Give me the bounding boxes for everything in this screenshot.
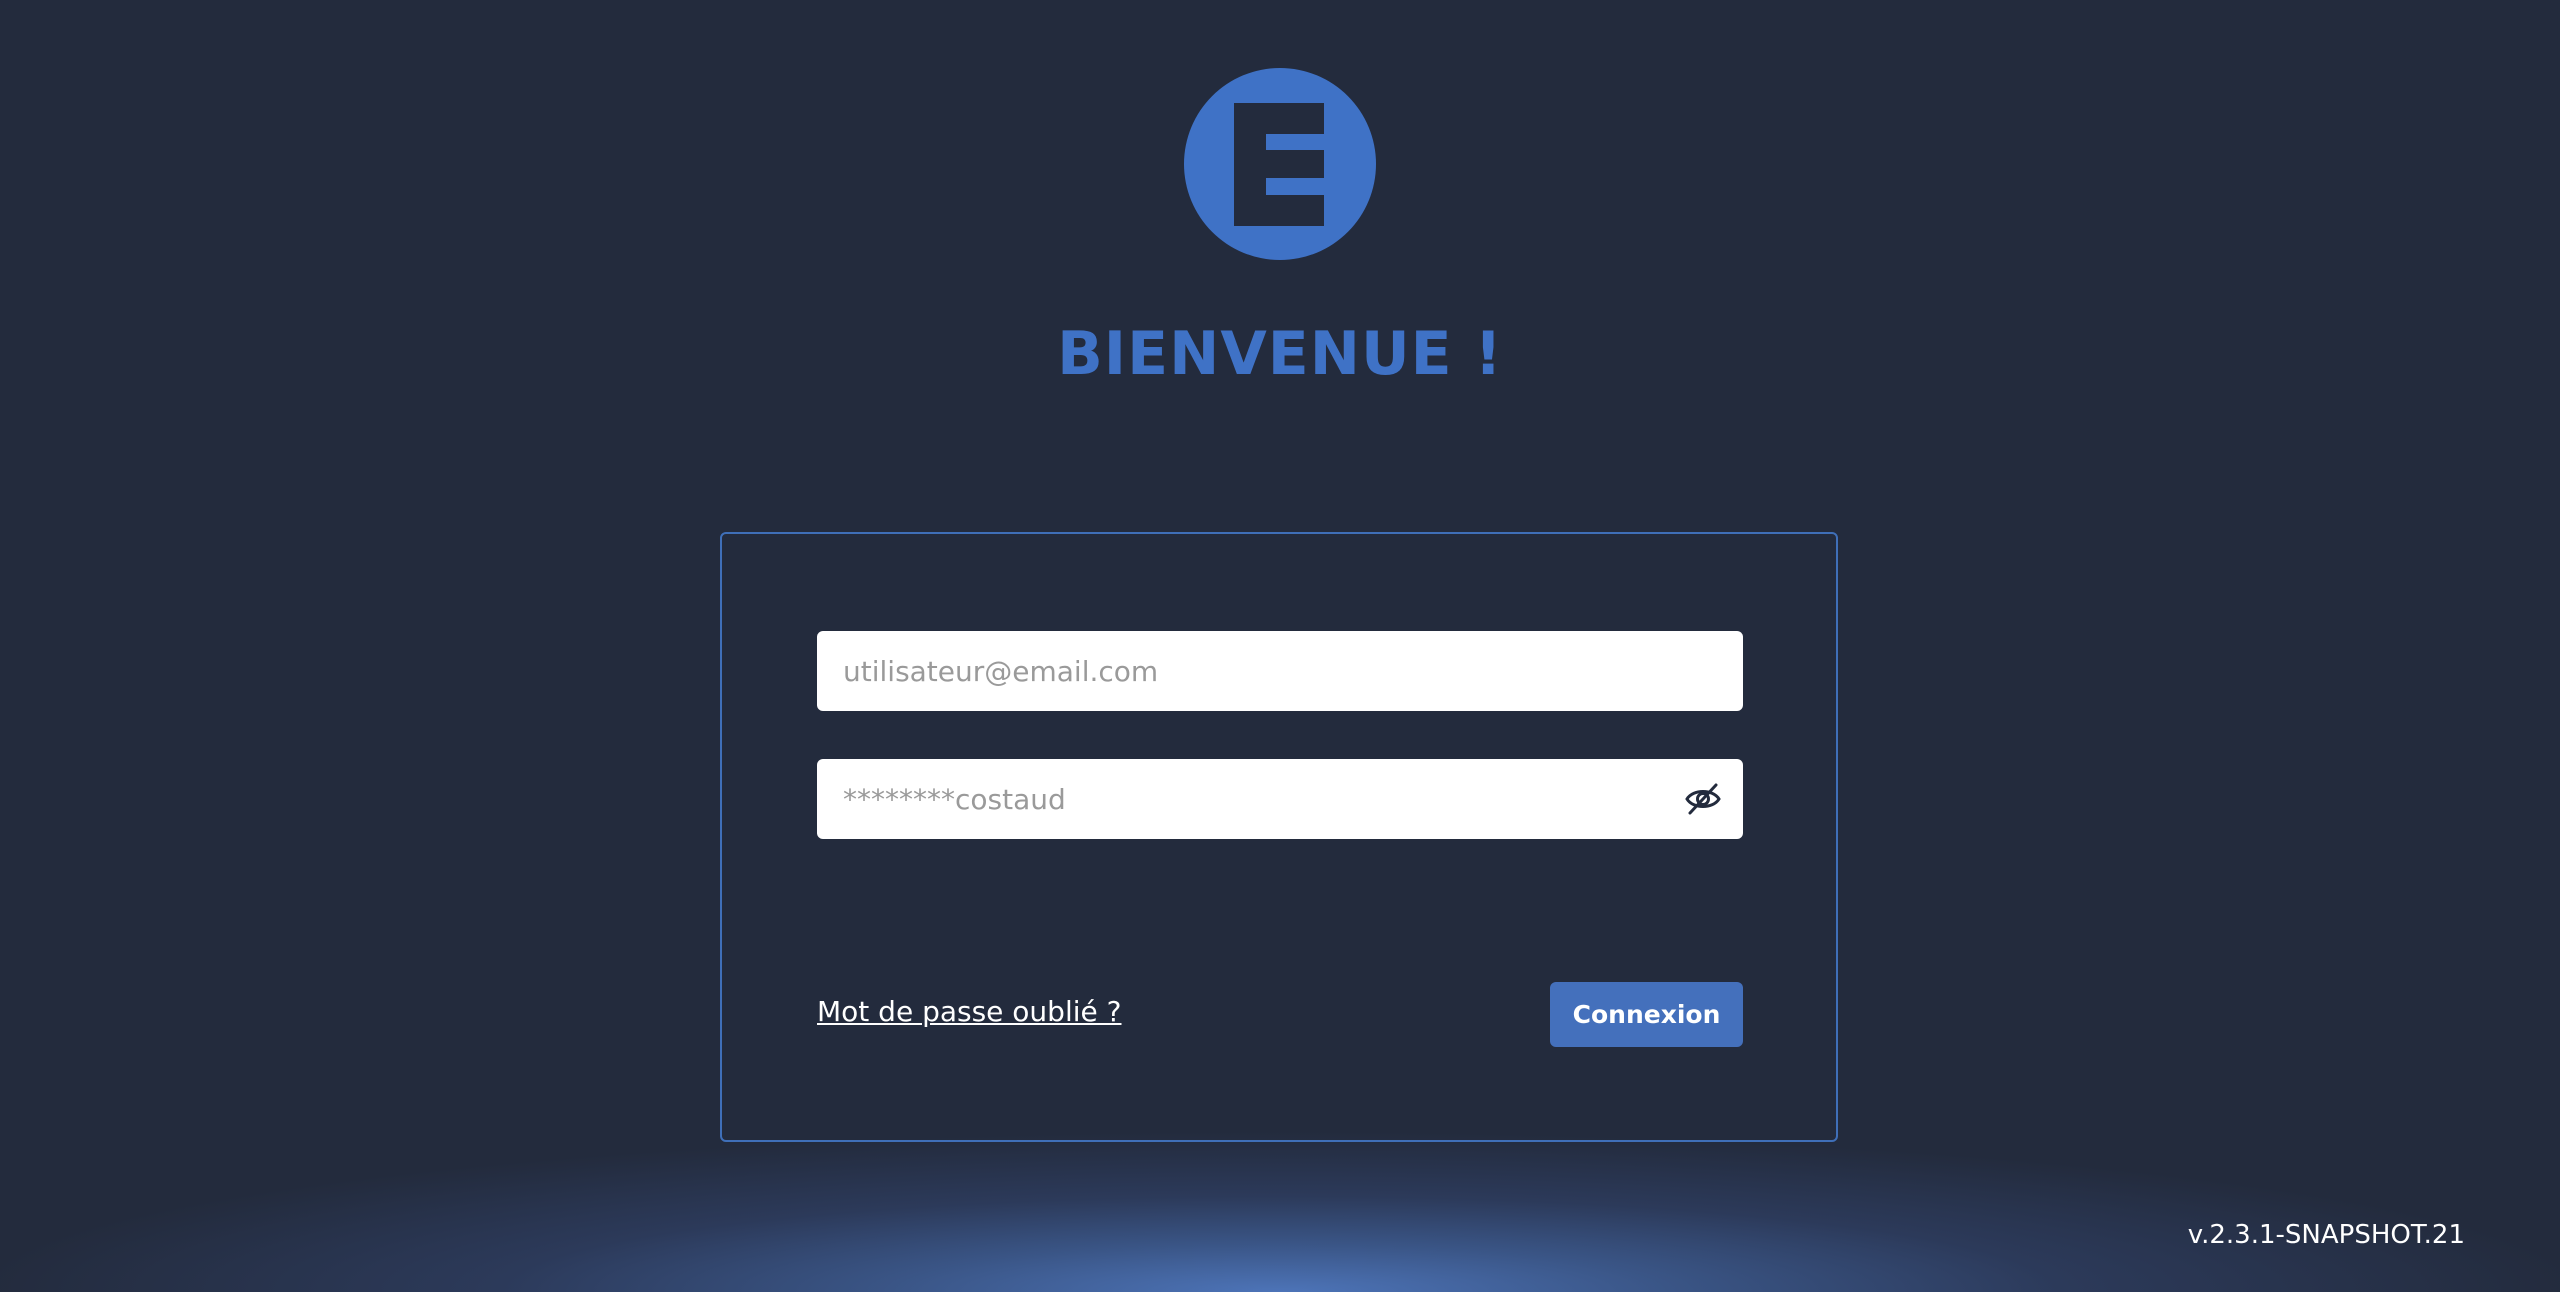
- email-field-container: [817, 631, 1743, 711]
- login-button[interactable]: Connexion: [1550, 982, 1743, 1047]
- bottom-glow: [0, 1132, 2560, 1292]
- version-label: v.2.3.1-SNAPSHOT.21: [2187, 1220, 2465, 1250]
- eye-slash-icon[interactable]: [1683, 779, 1723, 819]
- password-field[interactable]: [817, 759, 1743, 839]
- logo-e-icon: [1184, 68, 1376, 260]
- page-title: BIENVENUE !: [1057, 319, 1503, 389]
- email-field[interactable]: [817, 631, 1743, 711]
- forgot-password-link[interactable]: Mot de passe oublié ?: [817, 992, 1122, 1032]
- password-field-container: [817, 759, 1743, 839]
